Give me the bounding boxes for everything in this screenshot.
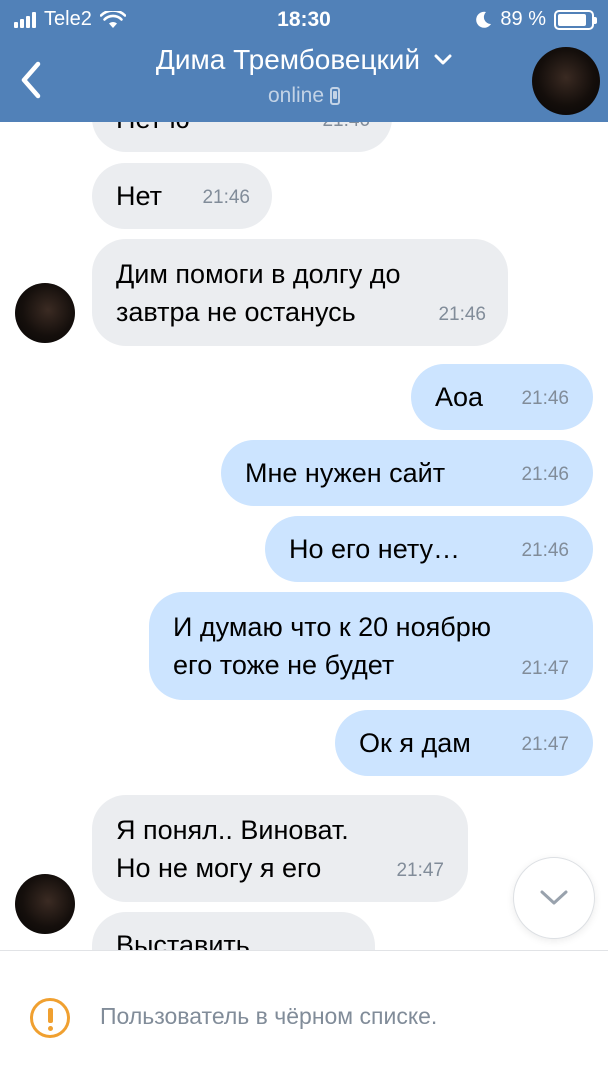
status-text: online	[267, 84, 325, 107]
message-text: Но его нету…	[289, 534, 461, 564]
status-bar: Tele2 18:30 89 %	[0, 0, 608, 40]
message-time: 21:46	[521, 388, 569, 409]
blacklist-footer: Пользователь в чёрном списке.	[0, 950, 608, 1080]
message-time: 21:46	[322, 122, 370, 140]
message-text: И думаю что к 20 ноябрю его тоже не буде…	[173, 612, 491, 680]
message-text: Нет ю	[116, 122, 190, 138]
message-time: 21:47	[305, 940, 353, 950]
contact-avatar[interactable]	[532, 47, 600, 115]
message-time: 21:46	[521, 464, 569, 485]
message-bubble-incoming[interactable]: Я понял.. Виноват. Но не могу я его 21:4…	[92, 795, 468, 902]
message-bubble-outgoing[interactable]: Ок я дам 21:47	[335, 710, 593, 776]
message-bubble-incoming[interactable]: Дим помоги в долгу до завтра не останусь…	[92, 239, 508, 346]
chevron-down-icon	[540, 890, 568, 905]
sender-avatar[interactable]	[15, 874, 75, 934]
message-time: 21:47	[521, 734, 569, 755]
message-bubble-outgoing[interactable]: И думаю что к 20 ноябрю его тоже не буде…	[149, 592, 593, 700]
message-text: Выставить	[116, 930, 250, 950]
battery-percent: 89 %	[500, 8, 546, 30]
blacklist-notice: Пользователь в чёрном списке.	[100, 1003, 438, 1029]
status-right: 89 %	[474, 8, 597, 31]
contact-name: Дима Трембовецкий	[155, 44, 421, 75]
message-text: Аоа	[435, 382, 484, 412]
battery-level	[558, 13, 587, 26]
message-bubble-outgoing[interactable]: Аоа 21:46	[411, 364, 593, 430]
message-bubble-incoming[interactable]: Выставить 21:47	[92, 912, 375, 950]
message-text: Мне нужен сайт	[245, 458, 446, 488]
contact-info[interactable]: Дима Трембовецкий online	[0, 44, 608, 108]
message-time: 21:47	[521, 658, 569, 679]
message-text: Я понял.. Виноват. Но не могу я его	[116, 814, 349, 883]
message-time: 21:46	[521, 540, 569, 561]
contact-status: online	[267, 84, 341, 108]
message-bubble-incoming[interactable]: Нет ю 21:46	[92, 122, 392, 152]
message-time: 21:47	[396, 860, 444, 881]
phone-icon	[330, 87, 341, 105]
message-bubble-outgoing[interactable]: Мне нужен сайт 21:46	[221, 440, 593, 506]
message-time: 21:46	[438, 304, 486, 325]
message-list[interactable]: Нет ю 21:46 Нет 21:46 Дим помоги в долгу…	[0, 122, 608, 950]
message-text: Нет	[116, 181, 162, 211]
message-bubble-outgoing[interactable]: Но его нету… 21:46	[265, 516, 593, 582]
message-text: Ок я дам	[359, 728, 471, 758]
message-bubble-incoming[interactable]: Нет 21:46	[92, 163, 272, 229]
warning-icon	[30, 998, 70, 1038]
chat-header: Tele2 18:30 89 % Дима Трембовецкий onlin…	[0, 0, 608, 122]
sender-avatar[interactable]	[15, 283, 75, 343]
scroll-down-button[interactable]	[513, 857, 595, 939]
battery-icon	[554, 9, 597, 30]
moon-icon	[476, 11, 492, 28]
contact-title[interactable]: Дима Трембовецкий	[156, 44, 452, 76]
chevron-down-icon	[434, 54, 452, 65]
message-time: 21:46	[202, 187, 250, 208]
message-text: Дим помоги в долгу до завтра не останусь	[116, 258, 401, 327]
